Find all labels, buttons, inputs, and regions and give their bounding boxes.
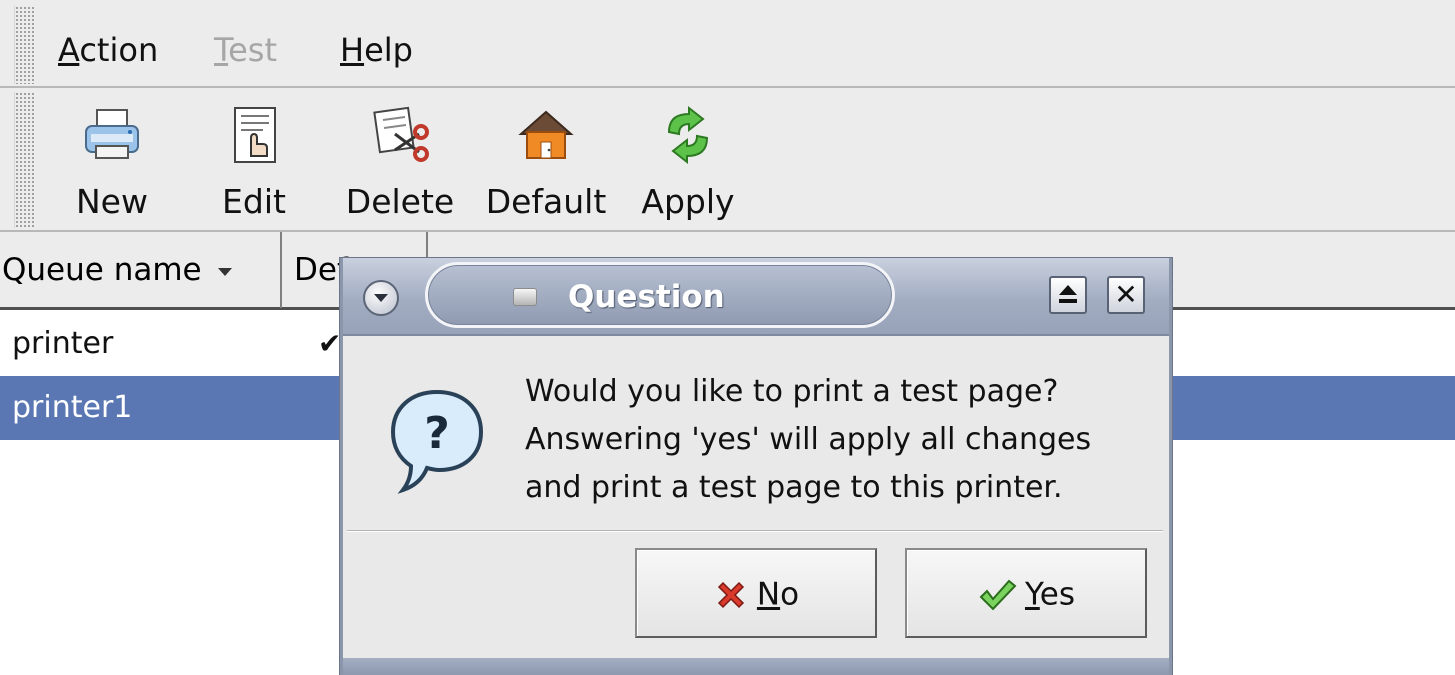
scissors-icon: [373, 106, 429, 162]
dialog-message-line: and print a test page to this printer.: [525, 470, 1063, 505]
menu-test[interactable]: Test: [214, 30, 277, 70]
no-button-label: No: [757, 577, 799, 613]
queue-name-cell: printer1: [12, 390, 133, 425]
queue-name-cell: printer: [12, 326, 114, 361]
toolbar-grip-handle[interactable]: [14, 92, 36, 228]
edit-button[interactable]: Edit: [212, 88, 296, 232]
menubar-grip-handle[interactable]: [14, 6, 36, 84]
menu-action-mnemonic: A: [58, 31, 80, 69]
refresh-arrows-icon: [667, 105, 709, 165]
green-check-icon: [979, 579, 1017, 610]
dialog-separator: [347, 530, 1163, 532]
close-icon[interactable]: ✕: [1107, 276, 1145, 314]
dialog-titlebar[interactable]: Question ✕: [343, 258, 1169, 336]
menu-test-label: est: [228, 31, 278, 69]
dialog-title: Question: [568, 279, 725, 315]
question-icon: ?: [390, 389, 484, 494]
question-dialog: Question ✕ ? Would you like to print a t…: [340, 258, 1172, 675]
apply-button-label: Apply: [641, 182, 735, 221]
dialog-message-line: Would you like to print a test page?: [525, 374, 1059, 409]
toolbar: New Edit Delete Default Apply: [0, 88, 1455, 232]
menubar: Action Test Help: [0, 0, 1455, 88]
svg-text:?: ?: [424, 408, 450, 459]
yes-rest: es: [1039, 576, 1076, 613]
printer-config-window: Action Test Help New Edit Delete Default…: [0, 0, 1455, 675]
red-x-icon: [717, 581, 744, 608]
delete-button[interactable]: Delete: [344, 88, 456, 232]
close-glyph: ✕: [1114, 278, 1138, 311]
default-button[interactable]: Default: [484, 88, 608, 232]
menu-test-mnemonic: T: [214, 31, 229, 69]
yes-mnemonic: Y: [1024, 576, 1040, 613]
menu-help-label: elp: [364, 31, 413, 69]
menu-action-label: ction: [79, 31, 159, 69]
menu-action[interactable]: Action: [58, 30, 158, 70]
new-button[interactable]: New: [66, 88, 158, 232]
sort-down-icon: [217, 267, 232, 276]
dialog-message-line: Answering 'yes' will apply all changes: [525, 422, 1092, 457]
maximize-icon[interactable]: [1049, 276, 1087, 314]
new-button-label: New: [76, 182, 148, 221]
dialog-message: Would you like to print a test page? Ans…: [525, 368, 1091, 512]
column-header-queue-name[interactable]: Queue name: [0, 232, 282, 308]
default-check-icon: ✔: [318, 327, 342, 360]
printer-icon: [85, 109, 139, 159]
edit-document-icon: [234, 107, 276, 163]
no-mnemonic: N: [756, 576, 781, 613]
window-menu-icon[interactable]: [363, 280, 399, 316]
dialog-title-pill: Question: [425, 262, 895, 328]
window-app-icon: [513, 288, 537, 306]
no-rest: o: [780, 576, 800, 613]
home-icon: [518, 110, 574, 159]
delete-button-label: Delete: [345, 182, 455, 221]
edit-button-label: Edit: [222, 182, 286, 221]
no-button[interactable]: No: [635, 548, 877, 638]
yes-button[interactable]: Yes: [905, 548, 1147, 638]
yes-button-label: Yes: [1025, 577, 1075, 613]
default-button-label: Default: [485, 182, 607, 221]
column-header-queue-name-label: Queue name: [2, 252, 202, 288]
dialog-bottom-border: [343, 658, 1169, 675]
apply-button[interactable]: Apply: [636, 88, 740, 232]
menu-help-mnemonic: H: [340, 31, 365, 69]
menu-help[interactable]: Help: [340, 30, 413, 70]
